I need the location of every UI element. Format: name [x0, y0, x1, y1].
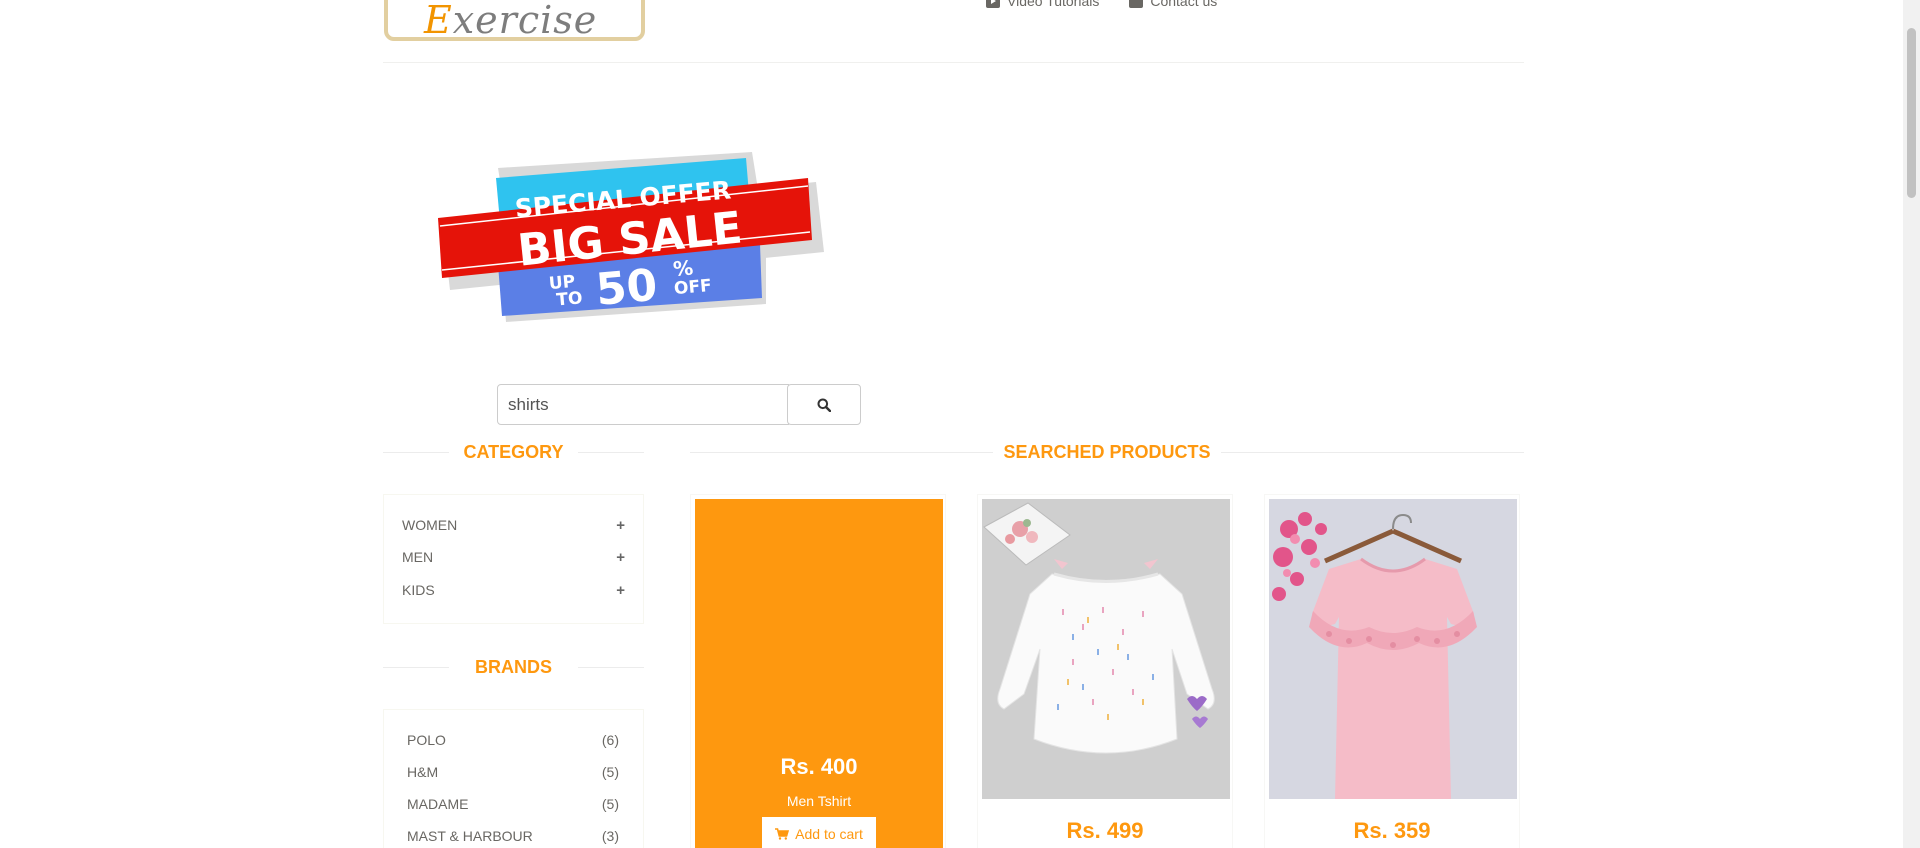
site-logo[interactable]: Exercise [384, 0, 645, 42]
category-item-kids[interactable]: KIDS + [402, 582, 625, 599]
sale-banner: SPECIAL OFFER BIG SALE UP TO 50 % OFF [438, 152, 824, 322]
product-image[interactable] [1269, 499, 1517, 799]
category-item-men[interactable]: MEN + [402, 549, 625, 566]
nav-video-tutorials-label: Video Tutorials [1007, 0, 1100, 9]
search-input[interactable] [497, 384, 789, 425]
product-price: Rs. 499 [1066, 818, 1144, 843]
brand-item-hm[interactable]: H&M (5) [407, 764, 619, 780]
product-price: Rs. 359 [1353, 818, 1431, 843]
brands-heading: BRANDS [383, 657, 644, 678]
search-icon [817, 398, 831, 412]
add-to-cart-button[interactable]: Add to cart [762, 817, 876, 848]
search-button[interactable] [787, 384, 861, 425]
page-scrollbar[interactable] [1903, 0, 1920, 848]
nav-video-tutorials[interactable]: Video Tutorials [986, 0, 1099, 9]
page: Exercise Video Tutorials Contact us SPEC… [0, 0, 1920, 848]
product-card[interactable]: Rs. 499 [977, 494, 1233, 848]
brand-item-madame[interactable]: MADAME (5) [407, 796, 619, 812]
plus-icon: + [616, 549, 625, 566]
shopping-cart-icon [775, 828, 790, 840]
youtube-play-icon [986, 0, 1000, 8]
banner-amount: 50 [594, 260, 659, 316]
scrollbar-thumb[interactable] [1907, 28, 1916, 198]
category-panel: WOMEN + MEN + KIDS + [383, 494, 644, 624]
brand-item-polo[interactable]: POLO (6) [407, 732, 619, 748]
nav-contact-us-label: Contact us [1150, 0, 1218, 9]
logo-text: Exercise [424, 0, 598, 42]
brand-item-mast-harbour[interactable]: MAST & HARBOUR (3) [407, 828, 619, 844]
product-card[interactable]: Rs. 400 Men Tshirt Add to cart [690, 494, 946, 848]
banner-off: OFF [673, 276, 712, 299]
product-image[interactable] [982, 499, 1230, 799]
banner-to: TO [556, 288, 584, 310]
product-overlay: Rs. 400 Men Tshirt Add to cart [695, 499, 943, 848]
product-name: Men Tshirt [786, 793, 852, 809]
header-divider [383, 62, 1524, 63]
plus-icon: + [616, 517, 625, 534]
searched-products-heading: SEARCHED PRODUCTS [690, 442, 1524, 463]
category-item-women[interactable]: WOMEN + [402, 517, 625, 534]
brands-panel: POLO (6) H&M (5) MADAME (5) MAST & HARBO… [383, 709, 644, 848]
product-card[interactable]: Rs. 359 [1264, 494, 1520, 848]
nav-contact-us[interactable]: Contact us [1129, 0, 1217, 9]
plus-icon: + [616, 582, 625, 599]
top-nav: Video Tutorials Contact us [986, 0, 1217, 9]
product-price: Rs. 400 [780, 754, 858, 779]
envelope-icon [1129, 0, 1144, 8]
category-heading: CATEGORY [383, 442, 644, 463]
